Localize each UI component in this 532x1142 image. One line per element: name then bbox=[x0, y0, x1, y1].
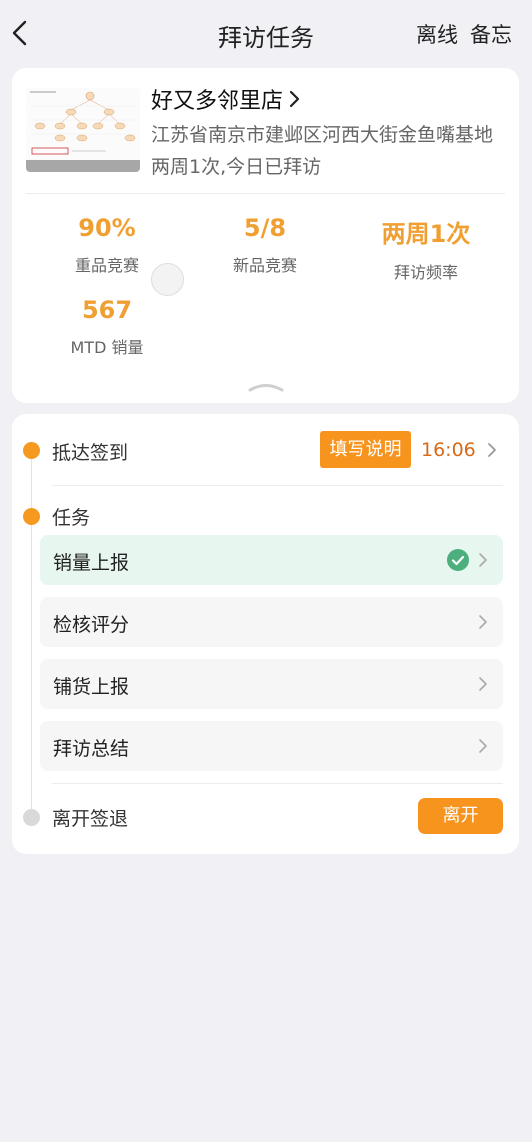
stat-value: 两周1次 bbox=[381, 220, 471, 248]
checkin-time: 16:06 bbox=[421, 439, 476, 461]
divider bbox=[26, 193, 505, 194]
timeline-line bbox=[31, 452, 32, 818]
task-item-label: 检核评分 bbox=[53, 614, 130, 636]
checkout-label: 离开签退 bbox=[52, 808, 129, 830]
chevron-right-icon bbox=[479, 677, 487, 691]
stat-mtd-sales: 567 MTD 销量 bbox=[32, 296, 182, 358]
chevron-right-icon bbox=[479, 739, 487, 753]
timeline-dot-active bbox=[23, 442, 40, 459]
memo-button[interactable]: 备忘 bbox=[470, 19, 512, 49]
task-item-label: 拜访总结 bbox=[53, 738, 130, 760]
chevron-right-icon bbox=[479, 553, 487, 567]
leave-button[interactable]: 离开 bbox=[418, 798, 503, 834]
store-address: 江苏省南京市建邺区河西大街金鱼嘴基地 bbox=[151, 124, 494, 146]
store-name: 好又多邻里店 bbox=[151, 89, 284, 114]
stat-label: 拜访频率 bbox=[393, 263, 458, 282]
nav-bar: 拜访任务 离线 备忘 bbox=[0, 0, 532, 68]
task-section-label: 任务 bbox=[52, 507, 91, 529]
stat-value: 567 bbox=[81, 296, 133, 324]
fill-note-button[interactable]: 填写说明 bbox=[320, 431, 411, 468]
chevron-right-icon bbox=[479, 615, 487, 629]
check-circle-icon bbox=[447, 549, 469, 571]
stat-value: 90% bbox=[78, 214, 136, 242]
divider bbox=[52, 485, 503, 486]
back-icon[interactable] bbox=[8, 18, 32, 48]
chevron-right-icon bbox=[289, 90, 300, 108]
stat-visit-frequency: 两周1次 拜访频率 bbox=[351, 214, 501, 283]
timeline-dot-inactive bbox=[23, 809, 40, 826]
store-visit-frequency: 两周1次,今日已拜访 bbox=[151, 156, 322, 178]
timeline-dot-active bbox=[23, 508, 40, 525]
stat-new-product: 5/8 新品竞赛 bbox=[190, 214, 340, 276]
header-actions: 离线 备忘 bbox=[416, 19, 512, 49]
chevron-right-icon[interactable] bbox=[487, 442, 497, 458]
store-name-link[interactable]: 好又多邻里店 bbox=[151, 83, 301, 115]
divider bbox=[52, 783, 503, 784]
store-card: 好又多邻里店 江苏省南京市建邺区河西大街金鱼嘴基地 两周1次,今日已拜访 90%… bbox=[12, 68, 519, 403]
checkin-label: 抵达签到 bbox=[52, 442, 129, 464]
store-thumbnail[interactable] bbox=[26, 88, 140, 172]
task-item-sales-report[interactable]: 销量上报 bbox=[40, 535, 503, 585]
stat-value: 5/8 bbox=[243, 214, 287, 242]
task-item-distribution-report[interactable]: 铺货上报 bbox=[40, 659, 503, 709]
task-item-label: 铺货上报 bbox=[53, 676, 130, 698]
stat-label: 新品竞赛 bbox=[232, 256, 297, 275]
stat-label: MTD 销量 bbox=[70, 338, 144, 357]
task-item-inspection-score[interactable]: 检核评分 bbox=[40, 597, 503, 647]
floating-circle-button[interactable] bbox=[151, 263, 184, 296]
task-item-visit-summary[interactable]: 拜访总结 bbox=[40, 721, 503, 771]
task-item-label: 销量上报 bbox=[53, 552, 130, 574]
collapse-icon[interactable] bbox=[248, 378, 284, 392]
offline-button[interactable]: 离线 bbox=[416, 19, 458, 49]
task-card: 抵达签到 填写说明 16:06 任务 销量上报 检核评分 铺货上报 拜访总结 离… bbox=[12, 414, 519, 854]
